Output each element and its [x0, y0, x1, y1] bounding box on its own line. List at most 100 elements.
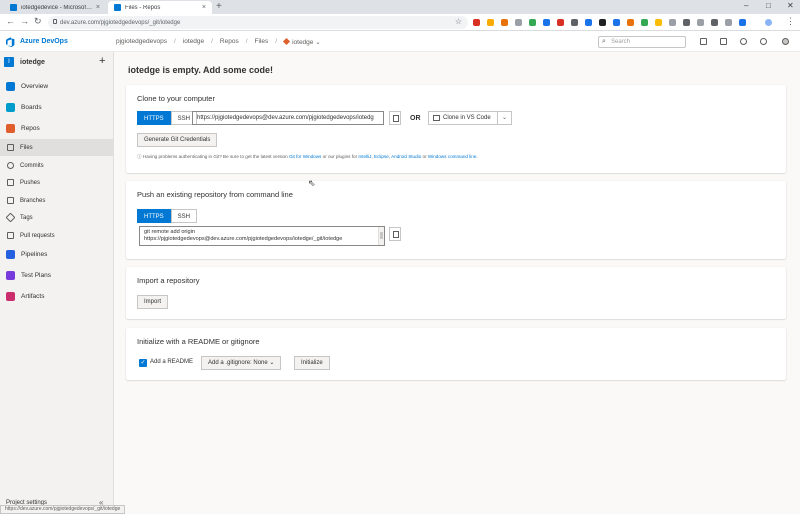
sidebar-item-test-plans[interactable]: Test Plans — [0, 267, 113, 284]
boards-icon — [6, 103, 15, 112]
import-button[interactable]: Import — [137, 295, 169, 309]
chrome-menu-icon[interactable]: ⋮ — [786, 16, 795, 27]
push-protocol-pivot: HTTPS SSH — [137, 209, 198, 223]
project-selector[interactable]: I iotedge — [4, 57, 45, 67]
extension-icon[interactable] — [697, 19, 704, 26]
push-commands-textarea[interactable]: git remote add origin https://pjgiotedge… — [139, 226, 385, 246]
scrollbar[interactable] — [378, 227, 384, 245]
breadcrumb-separator: / — [211, 38, 213, 45]
git-for-windows-link[interactable]: Git for Windows — [289, 154, 321, 159]
extension-icon[interactable] — [669, 19, 676, 26]
clone-url-field[interactable]: https://pjgiotedgedevops@dev.azure.com/p… — [192, 111, 384, 125]
add-icon[interactable]: + — [99, 55, 105, 67]
close-window-button[interactable]: ✕ — [787, 1, 794, 10]
clone-card: Clone to your computer HTTPS SSH https:/… — [126, 85, 786, 173]
browser-tab-azure[interactable]: iotedgedevice - Microsoft Azure × — [4, 1, 106, 14]
sidebar-item-boards[interactable]: Boards — [0, 99, 113, 116]
extension-icon[interactable] — [641, 19, 648, 26]
extension-icon[interactable] — [487, 19, 494, 26]
sidebar-item-pushes[interactable]: Pushes — [0, 174, 113, 191]
extension-icon[interactable] — [599, 19, 606, 26]
browser-tab-files[interactable]: Files - Repos × — [108, 1, 212, 14]
breadcrumb-separator: / — [275, 38, 278, 45]
main-content: iotedge is empty. Add some code! Clone t… — [114, 52, 800, 514]
extension-icon[interactable] — [473, 19, 480, 26]
sidebar-item-artifacts[interactable]: Artifacts — [0, 288, 113, 305]
maximize-button[interactable]: □ — [766, 1, 771, 10]
generate-git-credentials-button[interactable]: Generate Git Credentials — [137, 133, 218, 147]
back-icon[interactable]: ← — [6, 16, 15, 26]
sidebar-item-commits[interactable]: Commits — [0, 157, 113, 174]
add-readme-checkbox[interactable]: ✓ — [139, 359, 147, 367]
commit-icon — [7, 162, 14, 169]
extension-icon[interactable] — [543, 19, 550, 26]
extension-icon[interactable] — [613, 19, 620, 26]
gitignore-dropdown[interactable]: Add a .gitignore: None ⌄ — [201, 356, 282, 370]
sidebar-item-pipelines[interactable]: Pipelines — [0, 246, 113, 263]
search-input[interactable]: ⌕ Search — [598, 36, 686, 48]
breadcrumb-project[interactable]: iotedge — [183, 38, 204, 46]
extension-icon[interactable] — [571, 19, 578, 26]
chevron-down-icon[interactable]: ⌄ — [497, 111, 511, 125]
breadcrumb-organization[interactable]: pjgiotedgedevops — [116, 38, 167, 46]
azure-devops-logo-icon[interactable] — [6, 37, 16, 47]
git-repo-icon — [283, 37, 291, 46]
browser-tab-strip: iotedgedevice - Microsoft Azure × Files … — [0, 0, 800, 14]
eclipse-link[interactable]: Eclipse — [374, 154, 389, 159]
breadcrumb-repos[interactable]: Repos — [220, 38, 239, 46]
auth-help-text: ⓘ Having problems authenticating in Git?… — [137, 154, 478, 159]
initialize-button[interactable]: Initialize — [294, 356, 330, 370]
windows-command-line-link[interactable]: Windows command line — [428, 154, 477, 159]
new-tab-button[interactable]: + — [216, 1, 222, 12]
or-label: OR — [410, 115, 421, 122]
extension-icon[interactable] — [725, 19, 732, 26]
extension-icon[interactable] — [655, 19, 662, 26]
shopping-bag-icon[interactable] — [720, 38, 727, 45]
sidebar-item-repos[interactable]: Repos — [0, 120, 113, 137]
tab-ssh[interactable]: SSH — [170, 209, 198, 223]
reload-icon[interactable]: ↻ — [34, 16, 42, 27]
copy-commands-icon[interactable] — [389, 227, 401, 241]
breadcrumb-files[interactable]: Files — [255, 38, 269, 46]
extension-icon[interactable] — [557, 19, 564, 26]
devops-header: Azure DevOps pjgiotedgedevops / iotedge … — [0, 32, 800, 52]
intellij-link[interactable]: IntelliJ — [358, 154, 371, 159]
app-name[interactable]: Azure DevOps — [20, 38, 68, 45]
extension-icon[interactable] — [683, 19, 690, 26]
push-heading: Push an existing repository from command… — [137, 190, 293, 199]
close-tab-icon[interactable]: × — [96, 4, 100, 11]
sidebar-item-files[interactable]: Files — [0, 139, 113, 156]
sidebar-item-tags[interactable]: Tags — [0, 209, 113, 226]
extension-icon[interactable] — [529, 19, 536, 26]
tab-https[interactable]: HTTPS — [137, 209, 171, 223]
help-icon[interactable] — [740, 38, 747, 45]
extension-icon[interactable] — [739, 19, 746, 26]
breadcrumb-repo-selector[interactable]: iotedge ⌄ — [283, 37, 321, 46]
extension-icon[interactable] — [515, 19, 522, 26]
minimize-button[interactable]: – — [744, 1, 748, 10]
extension-icon[interactable] — [501, 19, 508, 26]
breadcrumb: pjgiotedgedevops / iotedge / Repos / Fil… — [116, 37, 321, 46]
user-settings-icon[interactable] — [760, 38, 767, 45]
list-icon[interactable] — [700, 38, 707, 45]
pull-request-icon — [7, 232, 14, 239]
close-tab-icon[interactable]: × — [202, 4, 206, 11]
address-bar[interactable]: dev.azure.com/pjgiotedgedevops/_git/iote… — [48, 16, 468, 29]
sidebar-item-overview[interactable]: Overview — [0, 78, 113, 95]
tab-https[interactable]: HTTPS — [137, 111, 171, 125]
bookmark-star-icon[interactable]: ☆ — [455, 17, 462, 26]
forward-icon[interactable]: → — [20, 16, 29, 26]
android-studio-link[interactable]: Android Studio — [391, 154, 421, 159]
clone-in-ide-button[interactable]: Clone in VS Code ⌄ — [428, 111, 512, 125]
copy-clone-url-icon[interactable] — [389, 111, 401, 125]
command-line: https://pjgiotedgedevops@dev.azure.com/p… — [144, 236, 343, 242]
sidebar-item-pull-requests[interactable]: Pull requests — [0, 227, 113, 244]
extension-icon[interactable] — [711, 19, 718, 26]
profile-avatar[interactable] — [765, 19, 772, 26]
import-heading: Import a repository — [137, 276, 200, 285]
extension-icon[interactable] — [585, 19, 592, 26]
extension-icon[interactable] — [627, 19, 634, 26]
sidebar-item-branches[interactable]: Branches — [0, 192, 113, 209]
avatar[interactable] — [782, 38, 789, 45]
push-icon — [7, 179, 14, 186]
